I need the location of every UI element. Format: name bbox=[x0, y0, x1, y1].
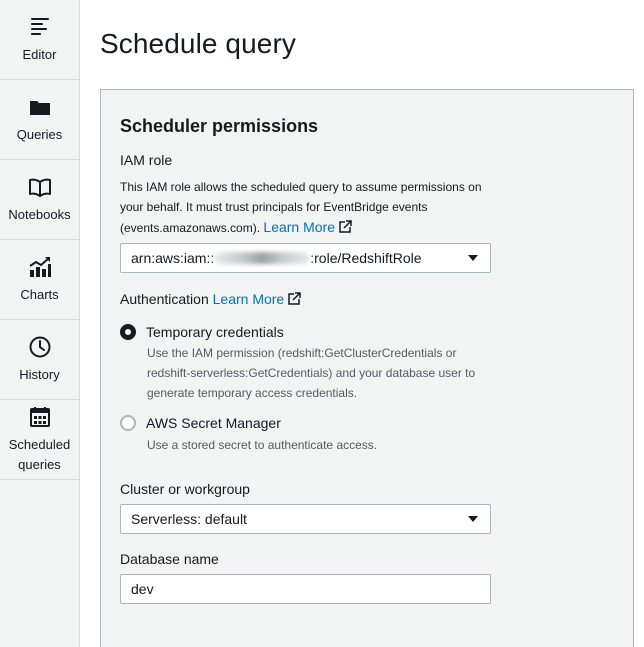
sidebar-item-label: Queries bbox=[16, 126, 63, 142]
sidebar-item-editor[interactable]: Editor bbox=[0, 0, 79, 80]
book-icon bbox=[28, 175, 52, 199]
learn-more-label: Learn More bbox=[212, 291, 285, 307]
iam-role-select[interactable]: arn:aws:iam:::role/RedshiftRole bbox=[120, 243, 491, 273]
radio-button[interactable] bbox=[120, 415, 136, 431]
authentication-learn-more-link[interactable]: Learn More bbox=[213, 291, 302, 307]
sidebar-item-history[interactable]: History bbox=[0, 320, 79, 400]
editor-icon bbox=[28, 15, 52, 39]
secret-manager-description: Use a stored secret to authenticate acce… bbox=[147, 438, 378, 452]
cluster-select[interactable]: Serverless: default bbox=[120, 504, 491, 534]
sidebar-item-label: Scheduled queries bbox=[8, 436, 71, 472]
folder-icon bbox=[28, 95, 52, 119]
caret-down-icon bbox=[468, 516, 478, 522]
learn-more-label: Learn More bbox=[263, 219, 335, 235]
iam-role-value-prefix: arn:aws:iam:: bbox=[131, 250, 215, 266]
sidebar-item-label: History bbox=[19, 366, 60, 382]
external-link-icon bbox=[287, 292, 301, 306]
clock-icon bbox=[28, 335, 52, 359]
section-title: Scheduler permissions bbox=[120, 116, 319, 136]
radio-label: Temporary credentials bbox=[146, 324, 284, 340]
sidebar-item-label: Editor bbox=[22, 46, 57, 62]
iam-role-learn-more-link[interactable]: Learn More bbox=[263, 219, 352, 235]
external-link-icon bbox=[338, 220, 352, 234]
iam-role-label: IAM role bbox=[120, 152, 173, 168]
database-name-label: Database name bbox=[120, 551, 219, 567]
sidebar-item-queries[interactable]: Queries bbox=[0, 80, 79, 160]
sidebar-item-charts[interactable]: Charts bbox=[0, 240, 79, 320]
caret-down-icon bbox=[468, 255, 478, 261]
temporary-credentials-description: Use the IAM permission (redshift:GetClus… bbox=[147, 346, 476, 400]
radio-label: AWS Secret Manager bbox=[146, 415, 281, 431]
radio-temporary-credentials[interactable]: Temporary credentials bbox=[120, 324, 284, 340]
redacted-account-id bbox=[214, 252, 311, 264]
sidebar-item-scheduled-queries[interactable]: Scheduled queries bbox=[0, 400, 79, 480]
calendar-icon bbox=[28, 405, 52, 429]
iam-role-description: This IAM role allows the scheduled query… bbox=[120, 177, 500, 238]
authentication-label: Authentication bbox=[120, 291, 209, 307]
sidebar-item-notebooks[interactable]: Notebooks bbox=[0, 160, 79, 240]
cluster-label: Cluster or workgroup bbox=[120, 481, 250, 497]
sidebar-nav: Editor Queries Notebooks Charts History … bbox=[0, 0, 80, 647]
radio-aws-secret-manager[interactable]: AWS Secret Manager bbox=[120, 415, 281, 431]
authentication-label-row: Authentication Learn More bbox=[120, 291, 301, 307]
sidebar-item-label: Notebooks bbox=[8, 206, 71, 222]
database-name-input[interactable] bbox=[120, 574, 491, 604]
chart-icon bbox=[28, 255, 52, 279]
radio-button-checked[interactable] bbox=[120, 324, 136, 340]
sidebar-item-label: Charts bbox=[20, 286, 59, 302]
page-title: Schedule query bbox=[100, 28, 296, 59]
cluster-value: Serverless: default bbox=[131, 511, 247, 527]
iam-role-value-suffix: :role/RedshiftRole bbox=[310, 250, 422, 266]
